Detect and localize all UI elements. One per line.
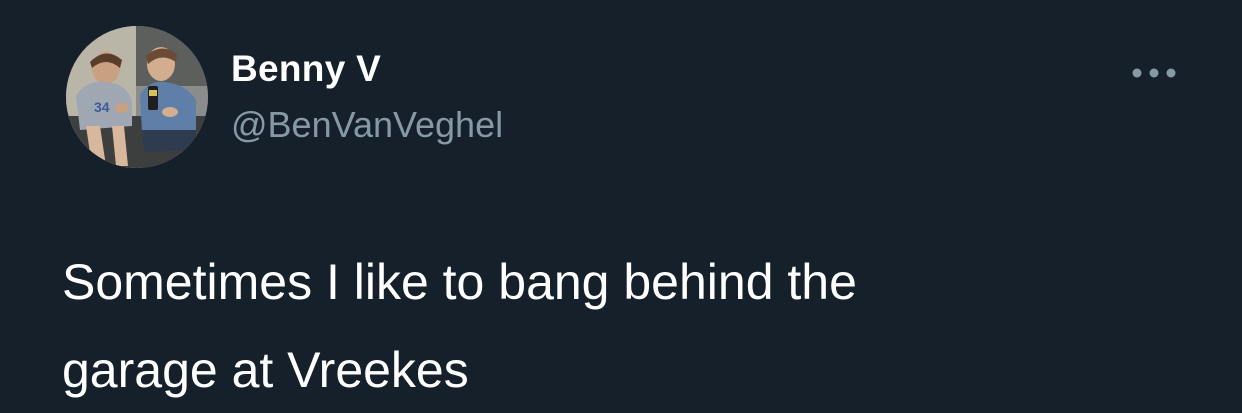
more-horizontal-icon [1132, 68, 1176, 78]
avatar[interactable]: 34 [66, 26, 208, 168]
author-handle[interactable]: @BenVanVeghel [231, 104, 503, 146]
author-display-name[interactable]: Benny V [231, 48, 381, 90]
more-options-button[interactable] [1126, 58, 1182, 88]
tweet-text: Sometimes I like to bang behind the gara… [62, 254, 857, 398]
avatar-photo: 34 [66, 26, 208, 168]
svg-text:34: 34 [94, 99, 110, 115]
tweet-card: 34 Benny V @BenVanVeghel Sometimes I lik… [0, 0, 1242, 413]
